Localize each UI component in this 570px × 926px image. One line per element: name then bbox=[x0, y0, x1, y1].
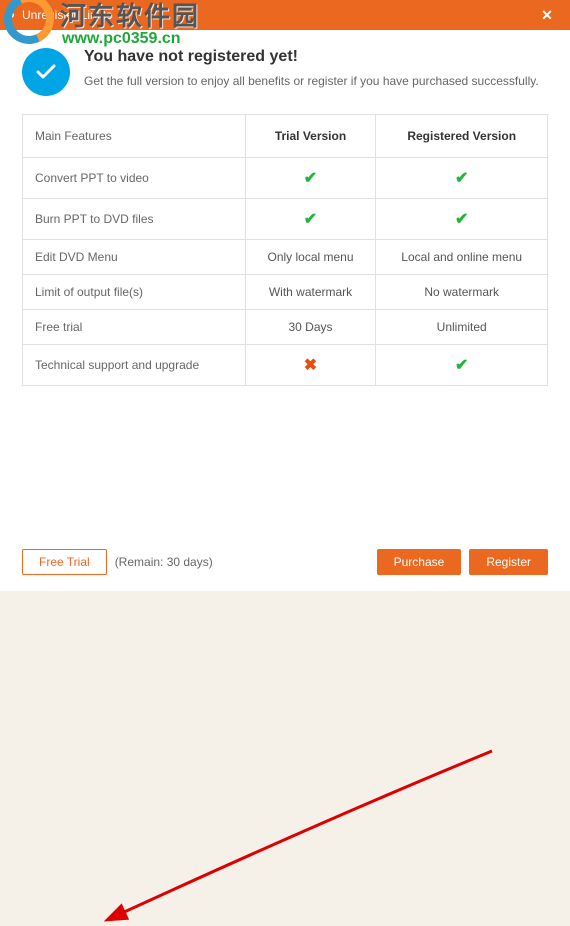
table-row: Edit DVD Menu Only local menu Local and on… bbox=[23, 240, 548, 275]
header-subtitle: Get the full version to enjoy all benefi… bbox=[84, 72, 539, 90]
check-icon: ✔ bbox=[455, 170, 468, 187]
table-row: Free trial 30 Days Unlimited bbox=[23, 310, 548, 345]
trial-cell: ✔ bbox=[245, 158, 376, 199]
header-title: You have not registered yet! bbox=[84, 48, 539, 66]
cell-text: 30 Days bbox=[288, 320, 332, 334]
features-table: Main Features Trial Version Registered V… bbox=[22, 114, 548, 386]
window-title: Unregister Limits bbox=[22, 8, 532, 22]
header-text: You have not registered yet! Get the ful… bbox=[84, 48, 539, 90]
purchase-button[interactable]: Purchase bbox=[377, 549, 462, 575]
check-icon: ✔ bbox=[304, 170, 317, 187]
feature-cell: Free trial bbox=[23, 310, 246, 345]
cell-text: No watermark bbox=[424, 285, 499, 299]
feature-cell: Technical support and upgrade bbox=[23, 345, 246, 386]
header: You have not registered yet! Get the ful… bbox=[22, 48, 548, 96]
check-icon: ✔ bbox=[455, 357, 468, 374]
registered-cell: Unlimited bbox=[376, 310, 548, 345]
registered-cell: ✔ bbox=[376, 158, 548, 199]
cell-text: Only local menu bbox=[267, 250, 353, 264]
close-icon[interactable]: ✕ bbox=[532, 0, 562, 30]
table-row: Technical support and upgrade ✖ ✔ bbox=[23, 345, 548, 386]
col-trial: Trial Version bbox=[245, 115, 376, 158]
table-row: Burn PPT to DVD files ✔ ✔ bbox=[23, 199, 548, 240]
check-icon: ✔ bbox=[455, 211, 468, 228]
feature-cell: Burn PPT to DVD files bbox=[23, 199, 246, 240]
register-button[interactable]: Register bbox=[469, 549, 548, 575]
feature-cell: Limit of output file(s) bbox=[23, 275, 246, 310]
table-row: Convert PPT to video ✔ ✔ bbox=[23, 158, 548, 199]
table-header-row: Main Features Trial Version Registered V… bbox=[23, 115, 548, 158]
trial-cell: ✔ bbox=[245, 199, 376, 240]
trial-cell: With watermark bbox=[245, 275, 376, 310]
feature-cell: Edit DVD Menu bbox=[23, 240, 246, 275]
registered-cell: ✔ bbox=[376, 345, 548, 386]
titlebar: Unregister Limits ✕ bbox=[0, 0, 570, 30]
cell-text: Local and online menu bbox=[401, 250, 522, 264]
table-row: Limit of output file(s) With watermark No … bbox=[23, 275, 548, 310]
cell-text: With watermark bbox=[269, 285, 352, 299]
registered-cell: No watermark bbox=[376, 275, 548, 310]
cell-text: Unlimited bbox=[437, 320, 487, 334]
cross-icon: ✖ bbox=[304, 357, 317, 374]
footer: Free Trial (Remain: 30 days) Purchase Re… bbox=[22, 549, 548, 575]
free-trial-button[interactable]: Free Trial bbox=[22, 549, 107, 575]
feature-cell: Convert PPT to video bbox=[23, 158, 246, 199]
check-icon: ✔ bbox=[304, 211, 317, 228]
remain-label: (Remain: 30 days) bbox=[115, 555, 213, 569]
trial-cell: ✖ bbox=[245, 345, 376, 386]
registered-cell: Local and online menu bbox=[376, 240, 548, 275]
col-features: Main Features bbox=[23, 115, 246, 158]
trial-cell: 30 Days bbox=[245, 310, 376, 345]
registered-cell: ✔ bbox=[376, 199, 548, 240]
titlebar-dot bbox=[8, 12, 14, 18]
check-circle-icon bbox=[22, 48, 70, 96]
col-registered: Registered Version bbox=[376, 115, 548, 158]
dialog-content: You have not registered yet! Get the ful… bbox=[0, 30, 570, 591]
trial-cell: Only local menu bbox=[245, 240, 376, 275]
